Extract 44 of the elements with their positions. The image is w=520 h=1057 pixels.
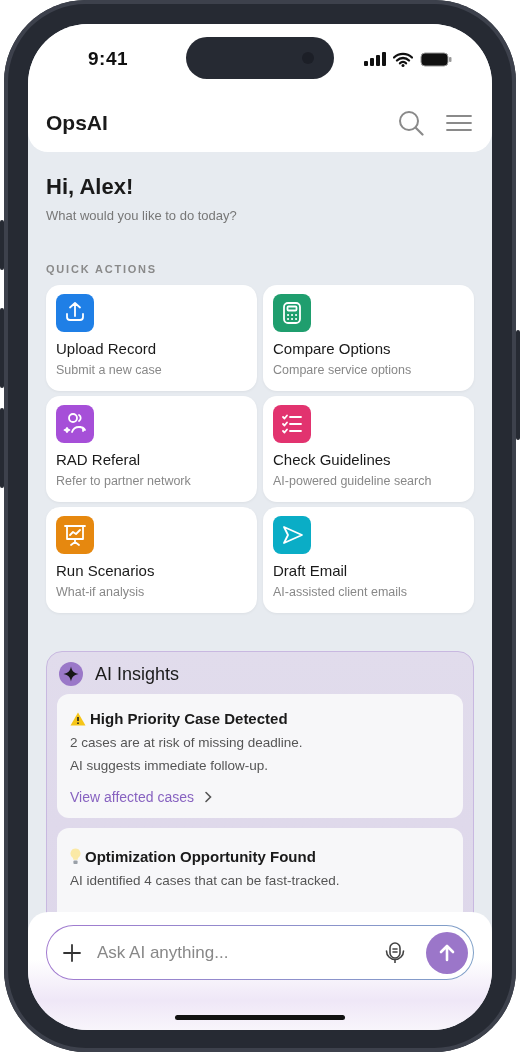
action-title: Draft Email xyxy=(273,562,348,579)
action-description: What-if analysis xyxy=(56,585,145,599)
insight-link[interactable]: View affected cases xyxy=(70,789,212,805)
action-description: AI-powered guideline search xyxy=(273,474,432,488)
action-description: Submit a new case xyxy=(56,363,162,377)
action-card[interactable]: RAD Referal Refer to partner network xyxy=(46,396,257,502)
insight-text: AI identified 4 cases that can be fast-tracked. xyxy=(70,873,341,888)
action-title: Run Scenarios xyxy=(56,562,155,579)
lightbulb-icon xyxy=(70,848,81,865)
action-title: RAD Referal xyxy=(56,451,141,468)
warning-icon xyxy=(70,711,86,726)
section-heading: QUICK ACTIONS xyxy=(46,263,158,275)
action-card[interactable]: Check Guidelines AI-powered guideline search xyxy=(263,396,474,502)
wifi-icon xyxy=(393,51,413,67)
message-input[interactable]: Ask AI anything... xyxy=(95,941,370,964)
greeting-title: Hi, Alex! xyxy=(46,174,135,200)
sparkle-icon xyxy=(59,662,83,686)
action-card[interactable]: Draft Email AI-assisted client emails xyxy=(263,507,474,613)
search-icon[interactable] xyxy=(398,110,424,136)
insight-title: Optimization Opportunity Found xyxy=(85,848,316,865)
action-description: Compare service options xyxy=(273,363,412,377)
action-title: Compare Options xyxy=(273,340,391,357)
action-card[interactable]: Upload Record Submit a new case xyxy=(46,285,257,391)
chevron-icon xyxy=(204,791,212,803)
insight-text: AI suggests immediate follow-up. xyxy=(70,758,270,773)
microphone-icon[interactable] xyxy=(384,940,406,965)
greeting-subtitle: What would you like to do today? xyxy=(46,208,238,223)
plus-icon[interactable] xyxy=(63,943,81,962)
action-title: Upload Record xyxy=(56,340,157,357)
insights-title: AI Insights xyxy=(95,663,180,685)
action-description: AI-assisted client emails xyxy=(273,585,408,599)
action-card[interactable]: Run Scenarios What-if analysis xyxy=(46,507,257,613)
insight-title: High Priority Case Detected xyxy=(90,710,288,727)
arrow-up-icon xyxy=(437,942,457,963)
action-title: Check Guidelines xyxy=(273,451,391,468)
battery-icon xyxy=(420,51,452,67)
menu-icon[interactable] xyxy=(446,114,472,132)
status-time: 9:41 xyxy=(88,48,129,70)
app-title: OpsAI xyxy=(46,111,109,135)
action-description: Refer to partner network xyxy=(56,474,191,488)
signal-icon xyxy=(364,52,386,66)
insight-text: 2 cases are at risk of missing deadline. xyxy=(70,735,304,750)
send-button[interactable] xyxy=(426,931,468,974)
action-card[interactable]: Compare Options Compare service options xyxy=(263,285,474,391)
